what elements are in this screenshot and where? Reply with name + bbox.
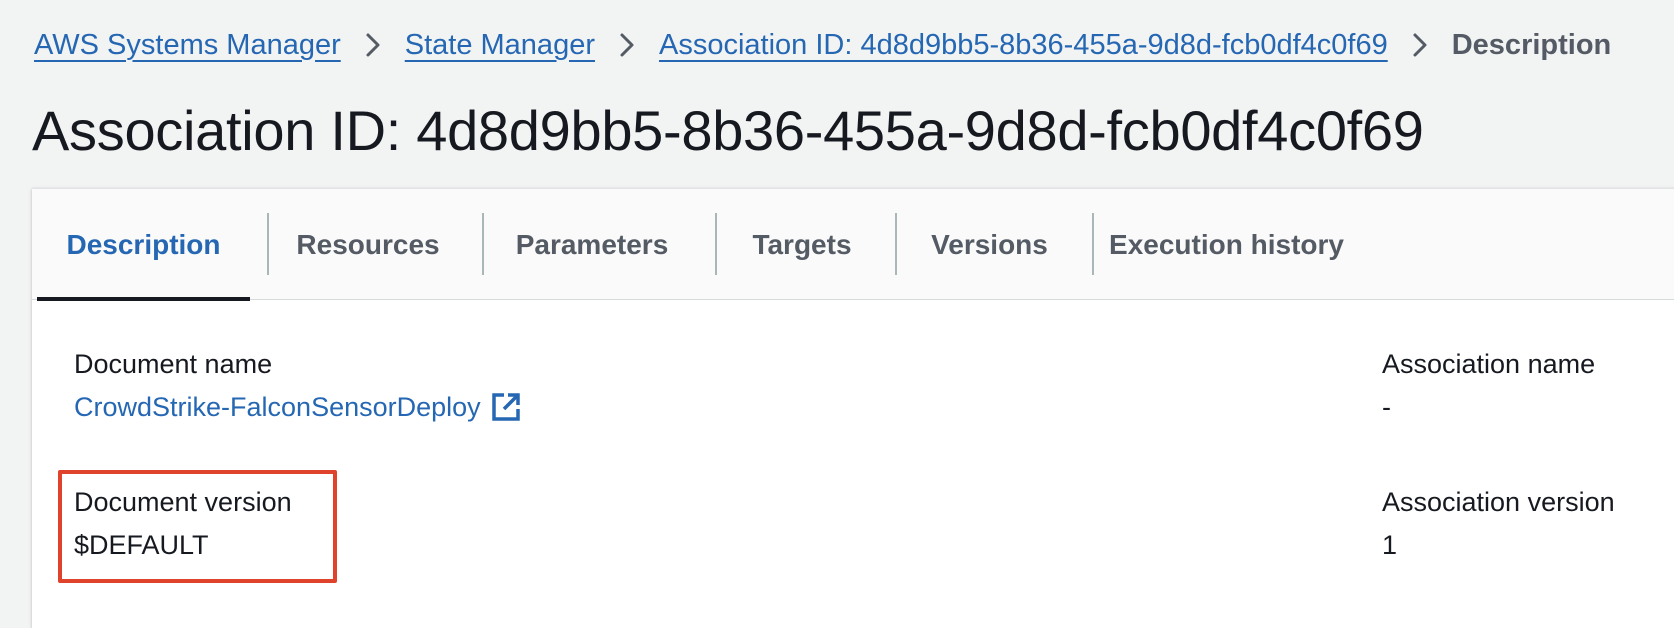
page-title: Association ID: 4d8d9bb5-8b36-455a-9d8d-… bbox=[32, 99, 1424, 162]
chevron-right-icon bbox=[1388, 24, 1452, 66]
association-name-label: Association name bbox=[1382, 349, 1596, 379]
document-name-label: Document name bbox=[74, 349, 273, 379]
breadcrumb-current: Description bbox=[1451, 28, 1612, 61]
chevron-right-icon bbox=[341, 24, 405, 66]
document-name-link[interactable]: CrowdStrike-FalconSensorDeploy bbox=[74, 389, 521, 425]
breadcrumb: AWS Systems Manager State Manager Associ… bbox=[34, 24, 1611, 66]
tab-bar: Description Resources Parameters Targets… bbox=[32, 189, 1674, 301]
association-version-value: 1 bbox=[1382, 530, 1398, 560]
association-version-field: Association version 1 bbox=[1382, 484, 1615, 563]
breadcrumb-systems-manager-link[interactable]: AWS Systems Manager bbox=[34, 29, 341, 62]
breadcrumb-state-manager-link[interactable]: State Manager bbox=[405, 29, 595, 62]
association-version-label: Association version bbox=[1382, 487, 1615, 517]
tab-parameters[interactable]: Parameters bbox=[484, 189, 700, 300]
chevron-right-icon bbox=[595, 24, 659, 66]
document-name-value: CrowdStrike-FalconSensorDeploy bbox=[74, 392, 481, 422]
document-name-value-row: CrowdStrike-FalconSensorDeploy bbox=[74, 389, 521, 425]
association-name-value: - bbox=[1382, 392, 1391, 422]
external-link-icon bbox=[491, 392, 521, 422]
document-name-field: Document name CrowdStrike-FalconSensorDe… bbox=[74, 346, 521, 425]
tab-execution-history[interactable]: Execution history bbox=[1094, 189, 1359, 300]
breadcrumb-association-link[interactable]: Association ID: 4d8d9bb5-8b36-455a-9d8d-… bbox=[659, 29, 1388, 62]
tab-description[interactable]: Description bbox=[37, 189, 250, 301]
association-name-field: Association name - bbox=[1382, 346, 1595, 425]
tab-versions[interactable]: Versions bbox=[897, 189, 1082, 300]
highlight-annotation-box bbox=[58, 470, 337, 583]
tab-targets[interactable]: Targets bbox=[717, 189, 887, 300]
tab-resources[interactable]: Resources bbox=[269, 189, 467, 300]
